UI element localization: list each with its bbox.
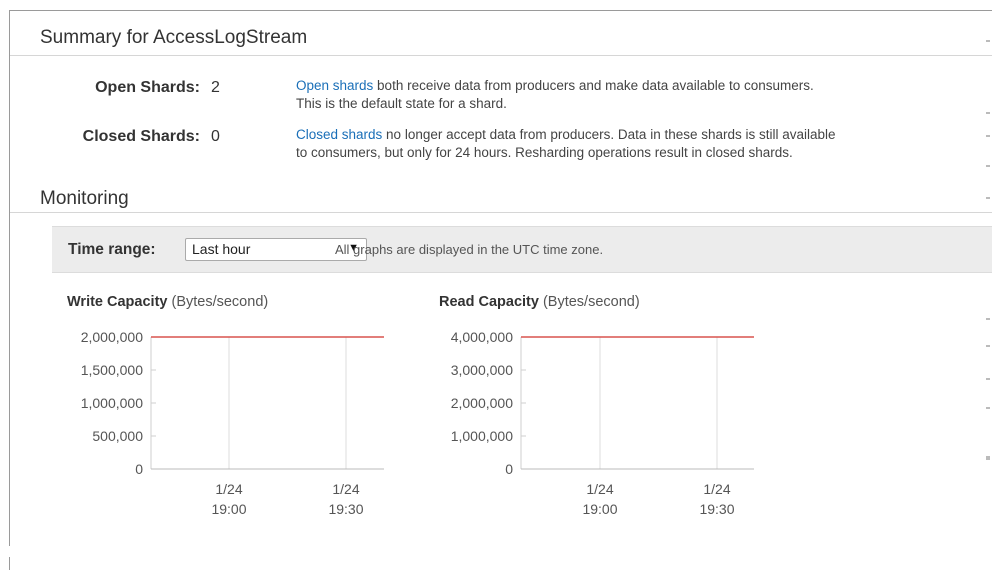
x-tick-label: 19:00 [582, 501, 617, 517]
edge-mark [986, 197, 990, 199]
edge-mark [986, 165, 990, 167]
y-tick-label: 2,000,000 [451, 395, 513, 411]
edge-mark [986, 345, 990, 347]
x-tick-label: 19:30 [699, 501, 734, 517]
edge-mark [986, 112, 990, 114]
x-tick-label: 19:30 [328, 501, 363, 517]
y-tick-label: 2,000,000 [81, 329, 143, 345]
cut-off-text-strip [0, 546, 992, 557]
y-tick-label: 3,000,000 [451, 362, 513, 378]
y-tick-label: 0 [135, 461, 143, 477]
y-tick-label: 500,000 [92, 428, 143, 444]
y-tick-label: 1,500,000 [81, 362, 143, 378]
edge-mark [986, 318, 990, 320]
edge-mark [986, 378, 990, 380]
x-tick-label: 19:00 [211, 501, 246, 517]
edge-mark [986, 456, 990, 460]
edge-mark [986, 407, 990, 409]
x-tick-label: 1/24 [332, 481, 359, 497]
y-tick-label: 0 [505, 461, 513, 477]
x-tick-label: 1/24 [215, 481, 242, 497]
edge-mark [986, 40, 990, 42]
x-tick-label: 1/24 [586, 481, 613, 497]
edge-mark [986, 135, 990, 137]
y-tick-label: 1,000,000 [81, 395, 143, 411]
y-tick-label: 1,000,000 [451, 428, 513, 444]
charts-canvas: 2,000,000 1,500,000 1,000,000 500,000 0 1/24 1… [81, 329, 754, 517]
x-tick-label: 1/24 [703, 481, 730, 497]
y-tick-label: 4,000,000 [451, 329, 513, 345]
